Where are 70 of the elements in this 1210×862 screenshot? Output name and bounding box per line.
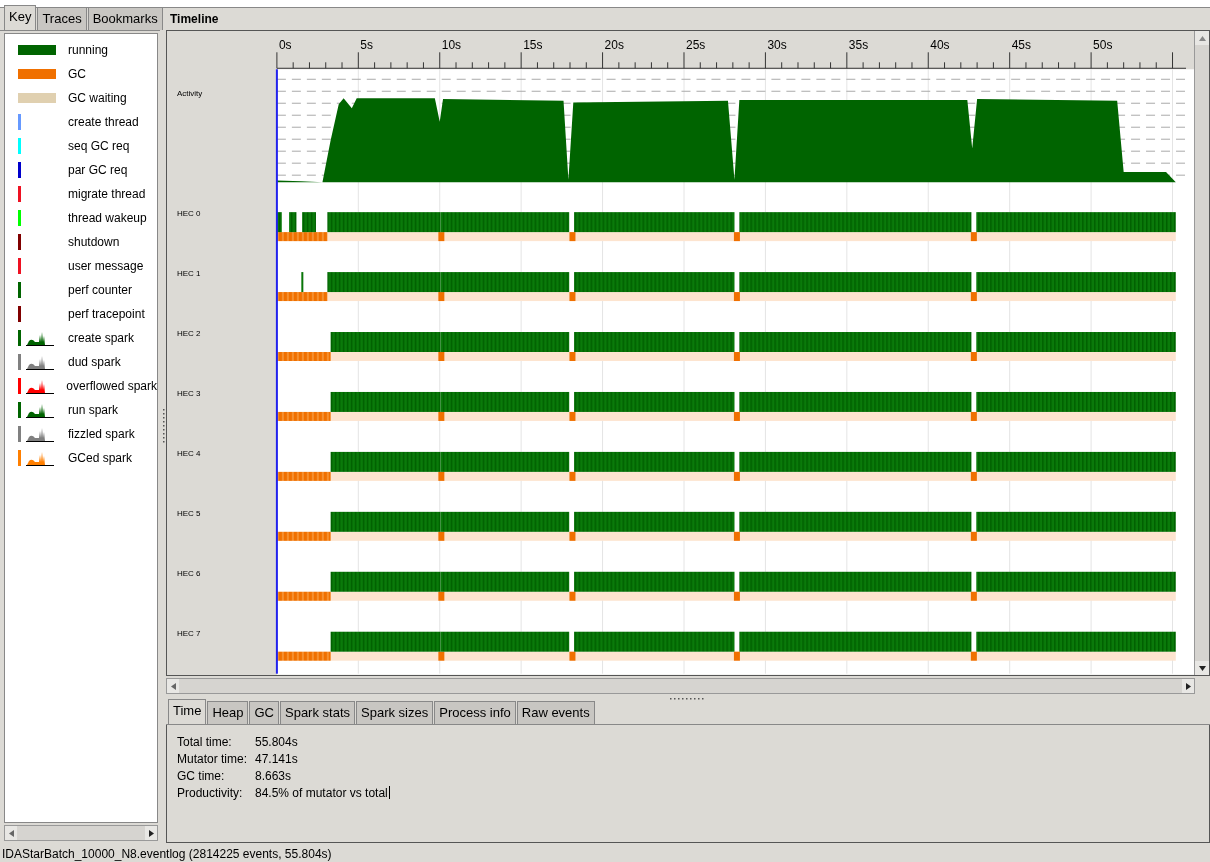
tick-label: 15s — [523, 38, 543, 53]
text-cursor — [388, 786, 390, 799]
pane-splitter-handle[interactable] — [670, 696, 706, 700]
trace-label: Activity — [177, 89, 203, 99]
scroll-right-arrow-icon[interactable] — [1185, 682, 1191, 690]
key-label: GC — [68, 67, 86, 81]
trace-label: HEC 4 — [177, 448, 201, 458]
key-label: par GC req — [68, 163, 128, 177]
timeline-title: Timeline — [169, 11, 220, 28]
tick-label: 40s — [930, 38, 950, 53]
tick-label: 0s — [278, 38, 292, 53]
tick-label: 10s — [441, 38, 462, 53]
key-label: perf counter — [68, 283, 133, 297]
key-label: perf tracepoint — [68, 307, 145, 321]
info-value: 8.663s — [255, 768, 292, 783]
key-label: seq GC req — [68, 139, 130, 153]
tick-label: 45s — [1011, 38, 1031, 53]
info-tab[interactable]: GC — [249, 701, 279, 724]
key-label: dud spark — [68, 355, 121, 369]
info-tab[interactable]: Time — [168, 699, 207, 724]
key-label: fizzled spark — [68, 427, 135, 441]
key-label: create thread — [68, 115, 139, 129]
trace-label: HEC 7 — [177, 628, 201, 638]
info-label: Mutator time: — [177, 751, 249, 766]
trace-label: HEC 1 — [177, 269, 201, 279]
info-tab[interactable]: Spark stats — [280, 701, 355, 724]
key-label: run spark — [68, 403, 119, 417]
info-value: 55.804s — [255, 734, 298, 749]
panel-tab[interactable]: Key — [4, 5, 37, 30]
key-label: thread wakeup — [68, 211, 147, 225]
info-tab[interactable]: Process info — [434, 701, 516, 724]
trace-label: HEC 6 — [177, 568, 201, 578]
tick-label: 35s — [848, 38, 869, 53]
info-tab[interactable]: Heap — [207, 701, 249, 724]
info-tab[interactable]: Raw events — [516, 701, 595, 724]
scroll-down-arrow-icon[interactable] — [1198, 665, 1206, 671]
key-label: create spark — [68, 331, 135, 345]
info-tab[interactable]: Spark sizes — [356, 701, 434, 724]
key-label: shutdown — [68, 235, 120, 249]
scroll-right-arrow-icon[interactable] — [148, 829, 154, 837]
trace-label: HEC 0 — [177, 209, 201, 219]
scroll-left-arrow-icon[interactable] — [8, 829, 14, 837]
tick-label: 20s — [604, 38, 624, 53]
tick-label: 30s — [767, 38, 787, 53]
info-label: Productivity: — [177, 785, 244, 800]
key-label: GC waiting — [68, 91, 127, 105]
panel-tab[interactable]: Traces — [37, 7, 87, 30]
trace-label: HEC 3 — [177, 388, 201, 398]
info-label: GC time: — [177, 768, 226, 783]
status-bar-text: IDAStarBatch_10000_N8.eventlog (2814225 events, 55.804s) — [1, 845, 333, 862]
info-value: 84.5% of mutator vs total — [255, 785, 388, 800]
tick-label: 50s — [1093, 38, 1113, 53]
trace-label: HEC 2 — [177, 329, 201, 338]
scroll-left-arrow-icon[interactable] — [170, 682, 176, 690]
key-label: running — [68, 43, 109, 57]
tick-label: 25s — [686, 38, 706, 53]
vertical-scrollbar[interactable] — [1194, 31, 1209, 675]
panel-tab[interactable]: Bookmarks — [87, 7, 163, 30]
scroll-up-arrow-icon[interactable] — [1198, 35, 1206, 41]
key-label: GCed spark — [68, 451, 133, 465]
tick-label: 5s — [360, 38, 373, 53]
key-label: user message — [68, 259, 144, 273]
trace-label: HEC 5 — [177, 508, 201, 518]
key-label: migrate thread — [68, 187, 146, 201]
key-label: overflowed spark — [66, 379, 157, 393]
info-label: Total time: — [177, 734, 233, 749]
info-value: 47.141s — [255, 751, 298, 766]
horizontal-scrollbar[interactable] — [4, 825, 158, 841]
pane-splitter-handle[interactable] — [161, 408, 165, 445]
horizontal-scrollbar[interactable] — [166, 678, 1195, 694]
